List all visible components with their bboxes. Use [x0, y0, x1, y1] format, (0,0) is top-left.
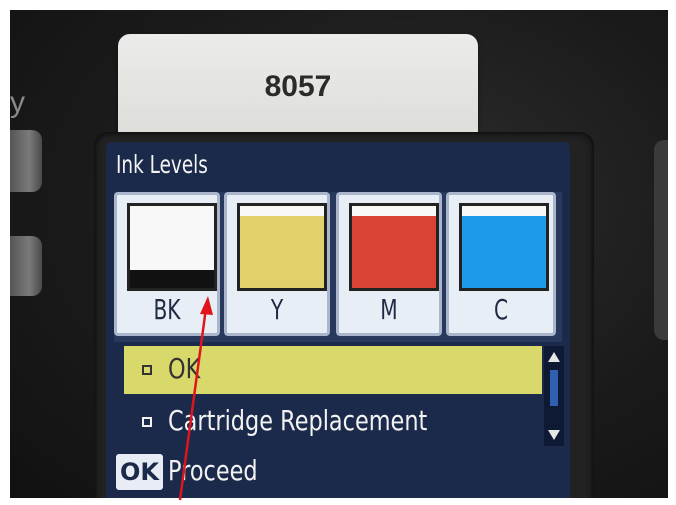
- annotation-arrow-head: [200, 296, 213, 315]
- annotation-arrow: [178, 296, 213, 501]
- annotation-arrow-line: [178, 307, 208, 501]
